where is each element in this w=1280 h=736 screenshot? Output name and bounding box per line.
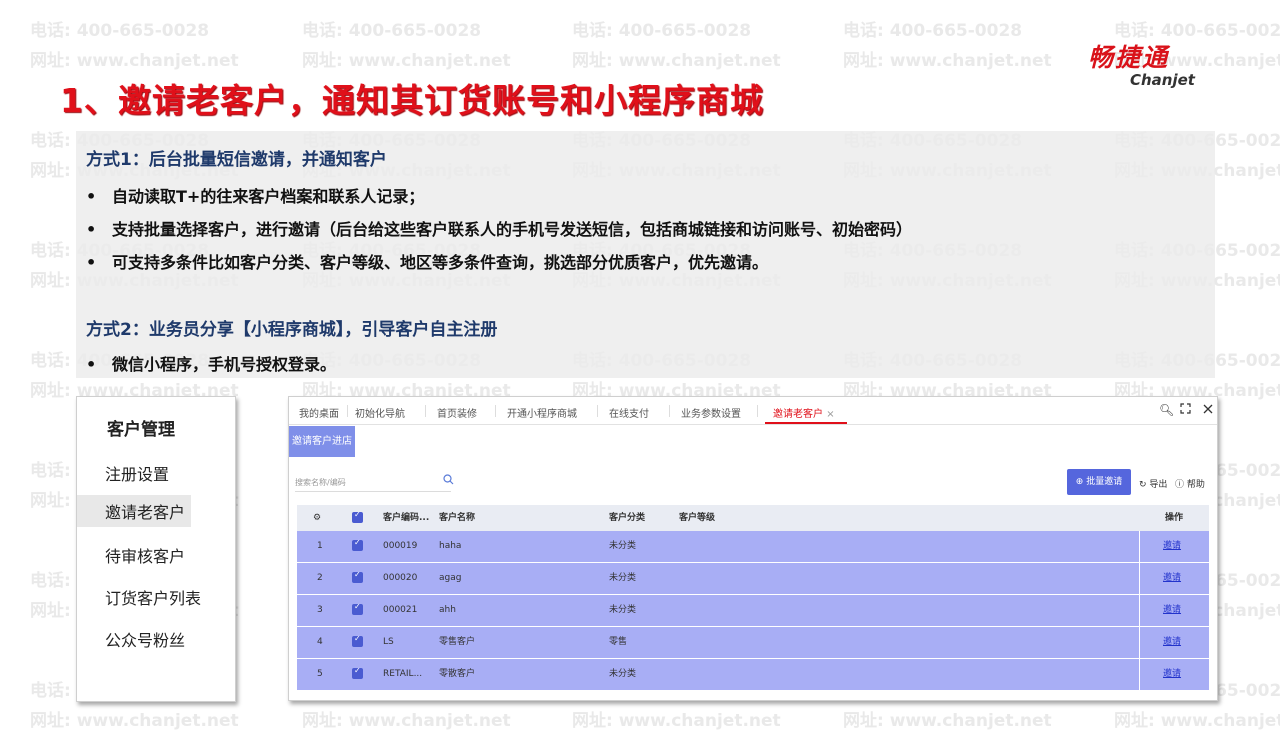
select-all-checkbox[interactable]: [352, 510, 363, 523]
customer-category: 零售: [609, 637, 628, 647]
search-input[interactable]: 搜索名称/编码: [295, 474, 454, 492]
col-action: 操作: [1165, 513, 1184, 523]
search-icon[interactable]: 🔍︎: [1159, 403, 1174, 417]
tab-init-nav[interactable]: 初始化导航: [355, 405, 405, 420]
row-number: 1: [317, 541, 323, 551]
col-category[interactable]: 客户分类: [609, 505, 645, 531]
col-code[interactable]: 客户编码...: [383, 505, 429, 531]
row-checkbox[interactable]: [352, 570, 363, 583]
tab-business-params[interactable]: 业务参数设置: [681, 405, 741, 420]
export-button[interactable]: ↻ 导出: [1139, 477, 1167, 490]
logo-en: Chanjet: [1130, 71, 1195, 89]
customer-code: 000019: [383, 541, 418, 551]
chanjet-logo: 畅捷通 Chanjet: [1088, 43, 1228, 89]
customer-name: haha: [439, 541, 462, 551]
table-row[interactable]: 3 000021 ahh 未分类 邀请: [297, 595, 1209, 627]
invite-customers-store-button[interactable]: 邀请客户进店: [289, 426, 355, 457]
col-name[interactable]: 客户名称: [439, 505, 475, 531]
tab-open-mini-program-mall[interactable]: 开通小程序商城: [507, 405, 577, 420]
divider: [1139, 595, 1140, 626]
table-header: ⚙︎ 客户编码... 客户名称 客户分类 客户等级 操作: [297, 505, 1209, 531]
invite-link[interactable]: 邀请: [1163, 627, 1181, 658]
customer-code: 000020: [383, 573, 418, 583]
search-icon[interactable]: [443, 474, 454, 488]
customer-code: RETAIL...: [383, 669, 423, 679]
invite-link[interactable]: 邀请: [1163, 531, 1181, 562]
tab-invite-old-customers[interactable]: 邀请老客户 ×: [773, 405, 835, 420]
customer-management-menu: 客户管理 注册设置 邀请老客户 待审核客户 订货客户列表 公众号粉丝: [76, 396, 236, 702]
invite-link[interactable]: 邀请: [1163, 595, 1181, 626]
slide-title: 1、邀请老客户，通知其订货账号和小程序商城: [60, 81, 764, 120]
customer-code: 000021: [383, 605, 418, 615]
invite-customers-window: 我的桌面 初始化导航 首页装修 开通小程序商城 在线支付 业务参数设置 邀请老客…: [288, 396, 1218, 701]
menu-item-official-account-fans[interactable]: 公众号粉丝: [105, 625, 185, 653]
description-panel: 方式1：后台批量短信邀请，并通知客户 • 自动读取T+的往来客户档案和联系人记录；…: [76, 131, 1215, 378]
logo-cn: 畅捷通: [1088, 43, 1170, 72]
col-level[interactable]: 客户等级: [679, 505, 715, 531]
customer-category: 未分类: [609, 605, 637, 615]
customer-name: 零售客户: [439, 637, 476, 647]
menu-item-order-customer-list[interactable]: 订货客户列表: [105, 583, 201, 611]
invite-icon: ⊕: [1075, 477, 1084, 487]
invite-link[interactable]: 邀请: [1163, 563, 1181, 594]
menu-header: 客户管理: [107, 420, 175, 440]
close-icon[interactable]: [1203, 403, 1213, 417]
bulk-invite-button[interactable]: ⊕ 批量邀请: [1067, 469, 1131, 495]
row-number: 5: [317, 669, 323, 679]
help-button[interactable]: ⓘ 帮助: [1175, 477, 1205, 490]
row-checkbox[interactable]: [352, 666, 363, 679]
method1-heading: 方式1：后台批量短信邀请，并通知客户: [86, 150, 387, 170]
table-row[interactable]: 2 000020 agag 未分类 邀请: [297, 563, 1209, 595]
method1-bullet: • 支持批量选择客户，进行邀请（后台给这些客户联系人的手机号发送短信，包括商城链接…: [86, 220, 913, 239]
tab-online-payment[interactable]: 在线支付: [609, 405, 649, 420]
table-row[interactable]: 5 RETAIL... 零散客户 未分类 邀请: [297, 659, 1209, 691]
divider: [1139, 531, 1140, 562]
watermark: 电话: 400-665-0028网址: www.chanjet.net: [572, 21, 781, 71]
customer-category: 未分类: [609, 541, 637, 551]
menu-item-invite-old-customers[interactable]: 邀请老客户: [77, 495, 192, 527]
row-checkbox[interactable]: [352, 538, 363, 551]
active-tab-underline: [765, 422, 847, 424]
watermark: 电话: 400-665-0028网址: www.chanjet.net: [30, 21, 239, 71]
tab-my-desktop[interactable]: 我的桌面: [299, 405, 339, 420]
row-number: 2: [317, 573, 323, 583]
customer-name: ahh: [439, 605, 456, 615]
menu-item-registration-settings[interactable]: 注册设置: [105, 459, 169, 487]
export-icon: ↻: [1139, 480, 1147, 490]
customer-category: 未分类: [609, 669, 637, 679]
method1-bullet: • 可支持多条件比如客户分类、客户等级、地区等多条件查询，挑选部分优质客户，优先邀…: [86, 253, 769, 272]
method2-bullet: • 微信小程序，手机号授权登录。: [86, 355, 337, 374]
watermark: 电话: 400-665-0028网址: www.chanjet.net: [302, 21, 511, 71]
method2-heading: 方式2：业务员分享【小程序商城】，引导客户自主注册: [86, 320, 498, 340]
row-checkbox[interactable]: [352, 634, 363, 647]
customer-name: agag: [439, 573, 462, 583]
divider: [1139, 627, 1140, 658]
row-number: 4: [317, 637, 323, 647]
divider: [1139, 659, 1140, 690]
tab-home-decoration[interactable]: 首页装修: [437, 405, 477, 420]
menu-item-pending-customers[interactable]: 待审核客户: [105, 541, 185, 569]
invite-link[interactable]: 邀请: [1163, 659, 1181, 690]
row-checkbox[interactable]: [352, 602, 363, 615]
method1-bullet: • 自动读取T+的往来客户档案和联系人记录；: [86, 187, 425, 206]
customer-name: 零散客户: [439, 669, 476, 679]
expand-icon[interactable]: [1180, 403, 1191, 417]
search-placeholder: 搜索名称/编码: [295, 478, 346, 487]
table-row[interactable]: 1 000019 haha 未分类 邀请: [297, 531, 1209, 563]
customer-code: LS: [383, 637, 394, 647]
help-icon: ⓘ: [1175, 480, 1185, 490]
customer-category: 未分类: [609, 573, 637, 583]
tab-close-icon[interactable]: ×: [826, 409, 834, 420]
watermark: 电话: 400-665-0028网址: www.chanjet.net: [843, 21, 1052, 71]
settings-icon[interactable]: ⚙︎: [313, 505, 321, 531]
tab-bar: 我的桌面 初始化导航 首页装修 开通小程序商城 在线支付 业务参数设置 邀请老客…: [289, 397, 1217, 425]
row-number: 3: [317, 605, 323, 615]
table-row[interactable]: 4 LS 零售客户 零售 邀请: [297, 627, 1209, 659]
divider: [1139, 563, 1140, 594]
